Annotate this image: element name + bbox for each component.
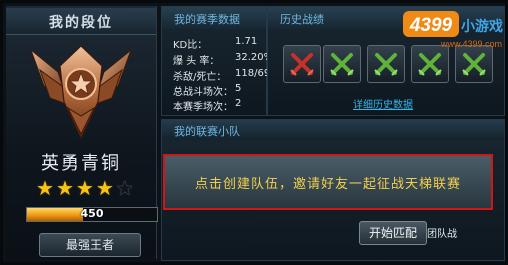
season-stats-panel: 我的赛季数据 KD比： 1.71 爆 头 率： 32.20% 杀敌/死亡： 11… <box>161 6 273 116</box>
rank-progress-bar: 450 <box>26 207 158 222</box>
window-frame: 我的段位 英勇青铜 ★ ★ ★ ★ ★ 450 最强王者 我的赛季数据 KD比：… <box>0 0 508 265</box>
star-filled-icon: ★ <box>55 176 74 200</box>
season-stats-header: 我的赛季数据 <box>162 7 266 29</box>
crossed-swords-win-icon <box>374 53 398 76</box>
stat-row-total-battles: 总战斗场次： 5 <box>162 83 267 99</box>
strongest-king-button[interactable]: 最强王者 <box>39 233 141 257</box>
bronze-rank-medal-icon <box>29 45 133 140</box>
crossed-swords-win-icon <box>330 53 354 76</box>
logo-main-text: 4399 <box>409 15 453 36</box>
star-empty-icon: ★ <box>115 176 134 200</box>
logo-suffix-text: 小游戏 <box>461 18 503 35</box>
history-result-win[interactable] <box>455 45 493 83</box>
stat-row-kd: KD比： 1.71 <box>162 36 267 52</box>
history-result-win[interactable] <box>367 45 405 83</box>
history-result-loss[interactable] <box>283 45 321 83</box>
team-battle-label[interactable]: 团队战 <box>427 225 457 240</box>
stat-value: 5 <box>235 83 242 94</box>
stat-label: 杀敌/死亡： <box>173 72 227 83</box>
rank-panel-title: 我的段位 <box>49 15 113 31</box>
stat-label: 爆 头 率： <box>173 56 220 67</box>
stat-label: 总战斗场次： <box>173 87 233 98</box>
stat-row-kills-deaths: 杀敌/死亡： 118/69 <box>162 68 271 84</box>
rank-panel: 我的段位 英勇青铜 ★ ★ ★ ★ ★ 450 最强王者 <box>6 6 158 259</box>
stat-value: 1.71 <box>235 36 258 47</box>
team-header: 我的联赛小队 <box>162 120 504 140</box>
star-filled-icon: ★ <box>75 176 94 200</box>
stat-row-season-battles: 本赛季场次： 2 <box>162 98 267 114</box>
rank-name: 英勇青铜 <box>41 153 121 174</box>
stat-row-headshot: 爆 头 率： 32.20% <box>162 52 273 68</box>
rank-panel-header: 我的段位 <box>6 8 156 35</box>
stat-value: 118/69 <box>235 68 271 79</box>
team-title: 我的联赛小队 <box>174 125 240 138</box>
history-result-win[interactable] <box>411 45 449 83</box>
star-filled-icon: ★ <box>95 176 114 200</box>
stat-label: 本赛季场次： <box>173 102 233 113</box>
detailed-history-link[interactable]: 详细历史数据 <box>353 96 413 111</box>
crossed-swords-loss-icon <box>290 53 314 76</box>
start-matching-button[interactable]: 开始匹配 <box>359 221 427 245</box>
crossed-swords-win-icon <box>462 53 486 76</box>
stat-label: KD比： <box>173 40 208 51</box>
stat-value: 2 <box>235 98 242 109</box>
star-filled-icon: ★ <box>36 176 54 200</box>
crossed-swords-win-icon <box>418 53 442 76</box>
season-stats-title: 我的赛季数据 <box>174 13 240 26</box>
rank-progress-text: 450 <box>80 207 104 220</box>
history-title: 历史战绩 <box>280 13 324 26</box>
logo-url-text: www.4399.com <box>440 39 502 49</box>
rank-stars: ★ ★ ★ ★ ★ <box>36 178 134 198</box>
4399-logo: 4399 小游戏 www.4399.com <box>403 11 503 49</box>
create-team-invite-banner[interactable]: 点击创建队伍，邀请好友一起征战天梯联赛 <box>163 154 493 210</box>
invite-text: 点击创建队伍，邀请好友一起征战天梯联赛 <box>194 177 461 192</box>
history-result-win[interactable] <box>323 45 361 83</box>
